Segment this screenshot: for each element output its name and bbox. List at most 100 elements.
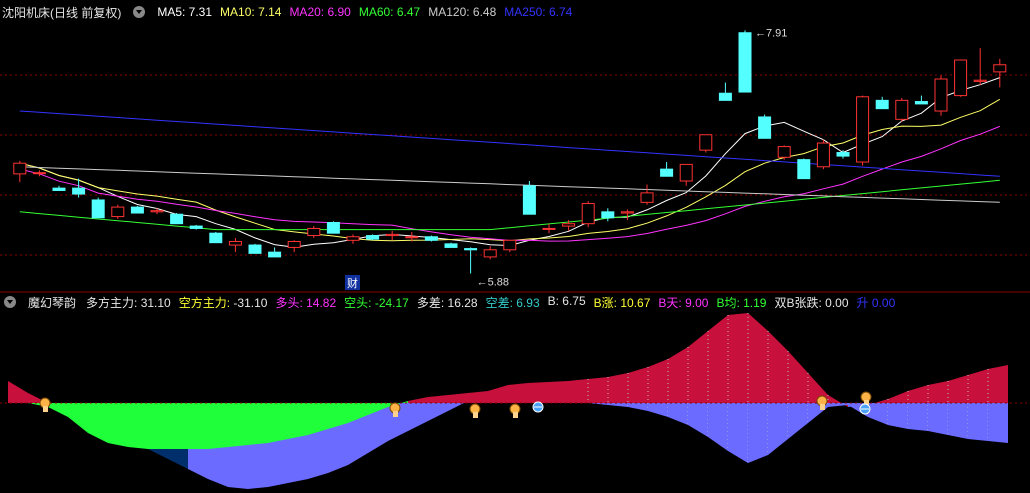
candle[interactable] <box>287 240 301 253</box>
indicator-band-segment <box>888 403 908 429</box>
ma120-line <box>19 166 1000 203</box>
candle[interactable] <box>856 95 870 166</box>
candle[interactable] <box>581 201 595 228</box>
stat-item-value: -24.17 <box>371 295 409 310</box>
candle[interactable] <box>660 162 674 177</box>
ma-item-0: MA5: 7.31 <box>157 5 212 19</box>
candle[interactable] <box>52 185 66 191</box>
candle[interactable] <box>307 226 321 238</box>
candle[interactable] <box>483 246 497 260</box>
stat-item-label: B: <box>547 293 559 308</box>
candle[interactable] <box>758 114 772 139</box>
stat-item-label: B天: <box>658 295 682 310</box>
stat-item-value: 9.00 <box>681 295 709 310</box>
chevron-down-icon[interactable] <box>133 6 146 18</box>
indicator-band-segment <box>908 385 928 403</box>
candle[interactable] <box>209 232 223 244</box>
stat-item-label: B均: <box>716 295 740 310</box>
indicator-band-segment <box>608 403 628 407</box>
candle[interactable] <box>993 58 1007 88</box>
ma-item-2: MA20: 6.90 <box>289 5 350 19</box>
candle[interactable] <box>934 75 948 116</box>
candle[interactable] <box>875 96 889 110</box>
indicator-band-segment <box>908 403 928 431</box>
indicator-chart[interactable] <box>0 313 1030 493</box>
indicator-band-segment <box>928 403 948 435</box>
candle[interactable] <box>777 145 791 160</box>
indicator-band-segment <box>188 403 208 449</box>
stat-item-value: 6.93 <box>512 295 540 310</box>
ma-item-label: MA10: <box>220 5 255 19</box>
candle[interactable] <box>91 197 105 219</box>
indicator-band-segment <box>48 403 68 417</box>
candle[interactable] <box>679 163 693 186</box>
indicator-band-segment <box>268 403 288 443</box>
stat-item-value: 0.00 <box>821 295 849 310</box>
candle[interactable] <box>797 158 811 180</box>
stat-item-6: B: 6.75 <box>548 294 586 311</box>
candle[interactable] <box>268 247 282 258</box>
candle[interactable] <box>640 184 654 205</box>
finance-marker[interactable]: 财 <box>345 275 360 290</box>
candle[interactable] <box>464 247 478 274</box>
candle[interactable] <box>189 224 203 230</box>
candle[interactable] <box>130 205 144 214</box>
candle[interactable] <box>699 134 713 153</box>
low-price-label: ←5.88 <box>477 277 509 289</box>
stat-item-5: 空差: 6.93 <box>486 294 540 311</box>
candle[interactable] <box>346 234 360 244</box>
indicator-band-segment <box>288 403 308 439</box>
indicator-band-segment <box>428 403 448 421</box>
candle[interactable] <box>228 237 242 253</box>
stat-item-1: 空方主力: -31.10 <box>179 294 268 311</box>
candle[interactable] <box>601 208 615 222</box>
indicator-band-segment <box>668 347 688 403</box>
candle[interactable] <box>248 243 262 254</box>
indicator-band-segment <box>708 403 728 451</box>
main-candlestick-chart[interactable]: ←7.91 ←5.88 财 <box>0 20 1030 293</box>
ma-item-label: MA250: <box>504 5 546 19</box>
indicator-band-segment <box>228 403 248 447</box>
candle[interactable] <box>150 208 164 215</box>
candle[interactable] <box>424 235 438 242</box>
stat-item-9: B均: 1.19 <box>716 294 766 311</box>
chevron-down-icon[interactable] <box>4 296 16 308</box>
ma-item-value: 6.48 <box>469 5 497 19</box>
candle[interactable] <box>895 97 909 122</box>
candle[interactable] <box>620 209 634 221</box>
candle[interactable] <box>522 181 536 215</box>
indicator-band-segment <box>428 395 448 403</box>
ma-item-label: MA20: <box>289 5 325 19</box>
hand-pointer-icon <box>39 397 51 412</box>
indicator-band-segment <box>828 403 848 407</box>
candle[interactable] <box>914 95 928 105</box>
stat-item-label: 空差: <box>485 295 513 310</box>
candle[interactable] <box>13 160 27 183</box>
stat-item-4: 多差: 16.28 <box>417 294 478 311</box>
candle[interactable] <box>836 150 850 159</box>
stat-item-label: 空方主力: <box>178 295 231 310</box>
candle[interactable] <box>385 230 399 241</box>
candle[interactable] <box>170 213 184 225</box>
candle[interactable] <box>718 82 732 101</box>
candle[interactable] <box>973 48 987 85</box>
candle[interactable] <box>111 204 125 219</box>
ma5-line <box>19 77 1000 248</box>
candle[interactable] <box>816 139 830 170</box>
candle[interactable] <box>503 239 517 253</box>
candle[interactable] <box>738 30 752 93</box>
indicator-band-segment <box>748 313 768 403</box>
candle[interactable] <box>366 234 380 241</box>
indicator-band-segment <box>988 365 1008 403</box>
candle[interactable] <box>444 242 458 248</box>
ma-item-value: 7.31 <box>185 5 213 19</box>
candle[interactable] <box>954 59 968 97</box>
ma-item-3: MA60: 6.47 <box>359 5 420 19</box>
indicator-band-segment <box>248 403 268 445</box>
high-price-label: ←7.91 <box>755 28 787 40</box>
ma-item-value: 6.74 <box>545 5 573 19</box>
indicator-band-segment <box>688 403 708 437</box>
candle[interactable] <box>542 223 556 234</box>
candle[interactable] <box>326 221 340 234</box>
stat-item-label: 空头: <box>344 295 372 310</box>
